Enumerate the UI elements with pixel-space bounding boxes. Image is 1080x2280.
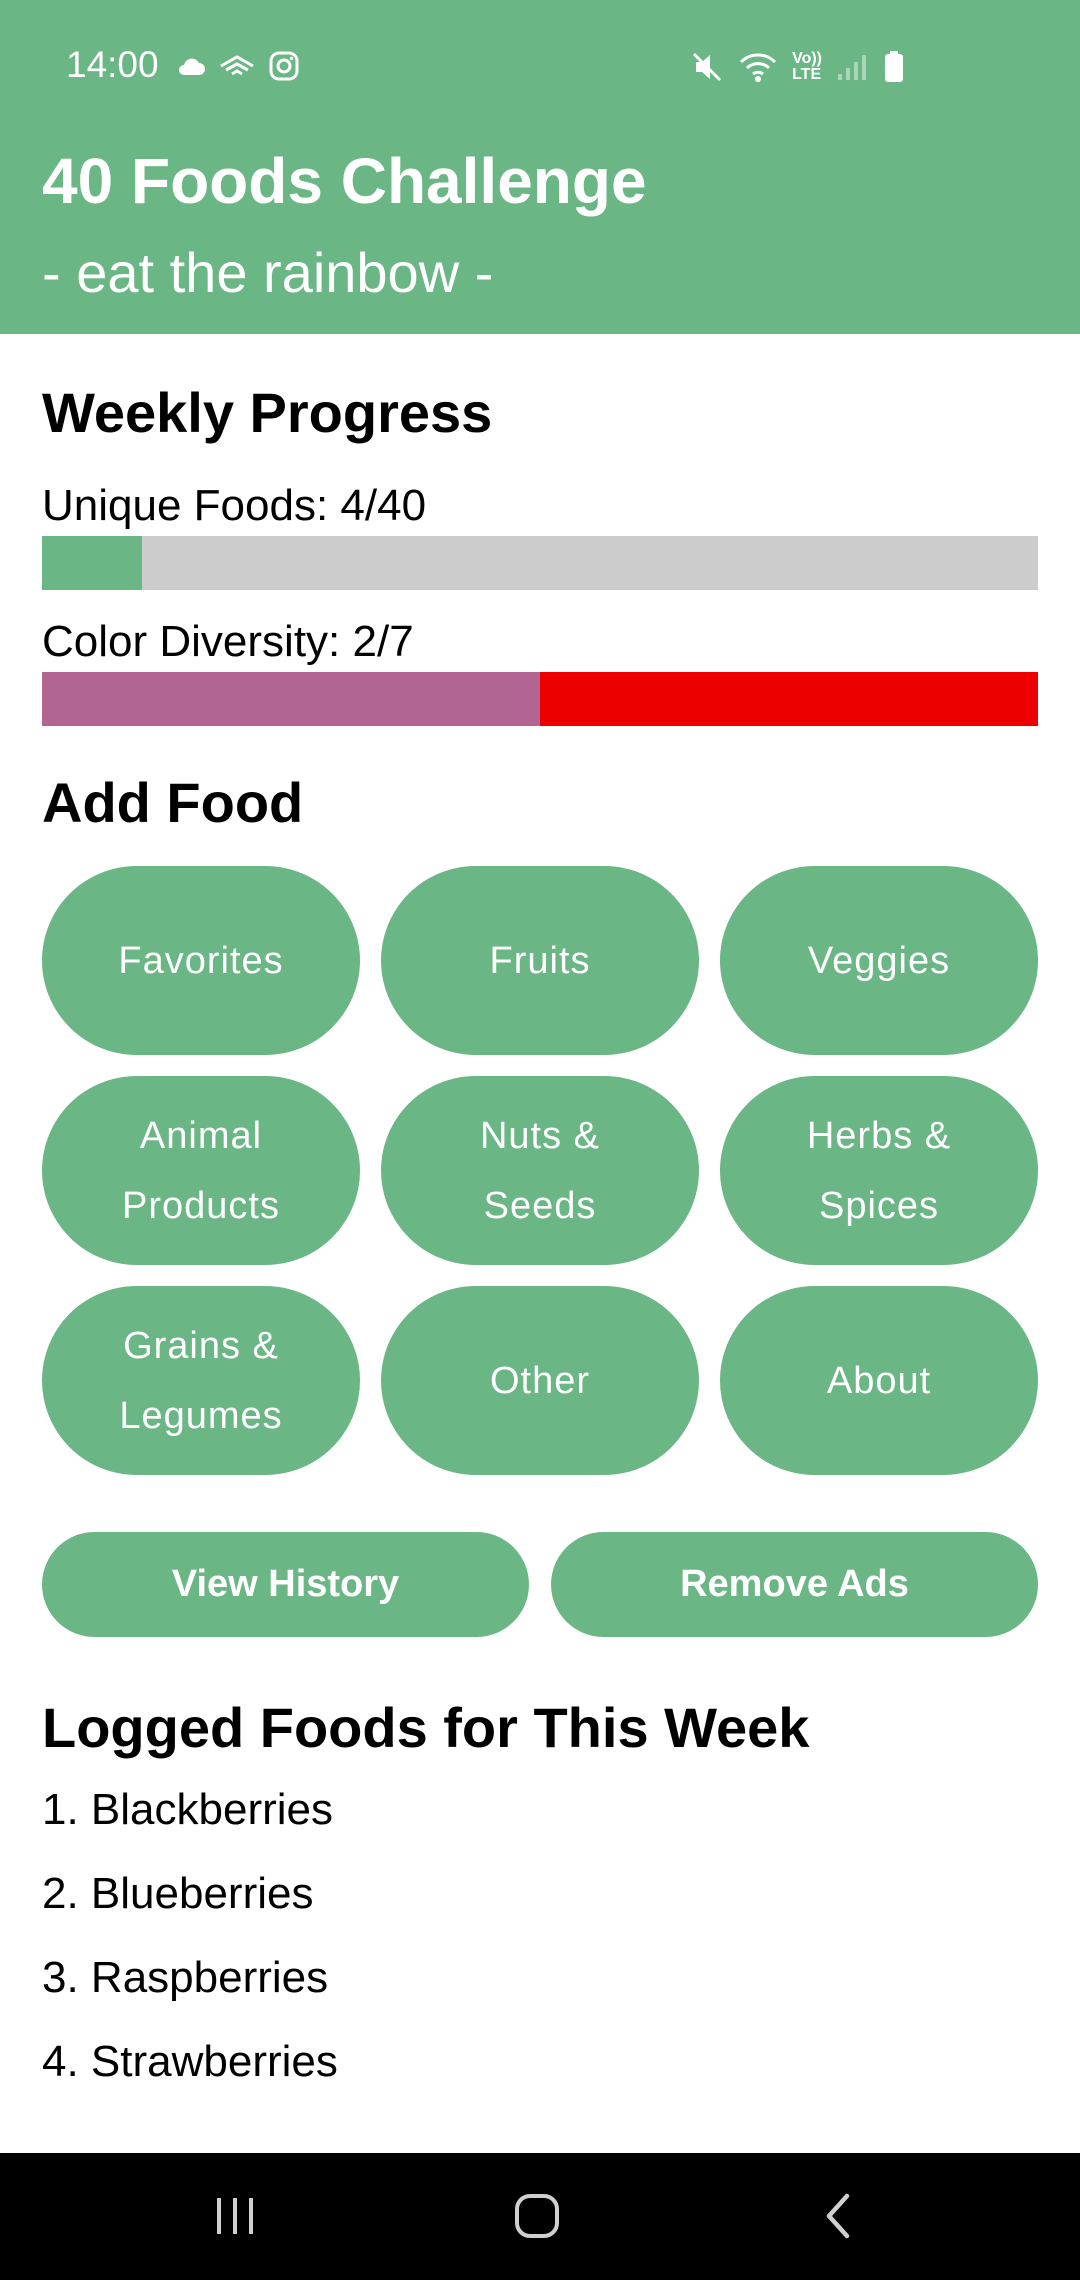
battery-icon xyxy=(884,51,904,83)
action-row: View History Remove Ads xyxy=(42,1532,1038,1637)
list-item: 2. Blueberries xyxy=(42,1869,314,1918)
list-item: 3. Raspberries xyxy=(42,1953,329,2002)
color-diversity-progress-fill xyxy=(42,672,540,726)
unique-foods-progress-bar xyxy=(42,536,1038,590)
weekly-progress-title: Weekly Progress xyxy=(42,381,493,444)
unique-foods-progress-fill xyxy=(42,536,142,590)
view-history-button[interactable]: View History xyxy=(42,1532,529,1637)
cast-icon xyxy=(218,53,256,79)
about-button[interactable]: About xyxy=(720,1286,1038,1475)
system-nav-bar xyxy=(0,2153,1080,2280)
logged-foods-title: Logged Foods for This Week xyxy=(42,1696,810,1759)
recent-apps-icon[interactable] xyxy=(175,2181,295,2251)
category-button-veggies[interactable]: Veggies xyxy=(720,866,1038,1055)
logged-foods-list: 1. Blackberries 2. Blueberries 3. Raspbe… xyxy=(42,1778,338,2114)
list-item: 1. Blackberries xyxy=(42,1785,334,1834)
signal-icon xyxy=(836,52,870,82)
home-icon[interactable] xyxy=(477,2181,597,2251)
unique-foods-label: Unique Foods: 4/40 xyxy=(42,481,427,530)
add-food-title: Add Food xyxy=(42,771,304,834)
mute-icon xyxy=(690,50,724,84)
status-left-icons xyxy=(176,50,300,82)
status-time: 14:00 xyxy=(66,44,159,85)
color-diversity-label: Color Diversity: 2/7 xyxy=(42,617,414,666)
app-title: 40 Foods Challenge xyxy=(42,145,647,217)
category-button-fruits[interactable]: Fruits xyxy=(381,866,699,1055)
status-bar: 14:00 Vo)) LTE xyxy=(0,0,1080,134)
status-right-icons: Vo)) LTE xyxy=(690,50,904,84)
category-button-other[interactable]: Other xyxy=(381,1286,699,1475)
category-button-animal-products[interactable]: Animal Products xyxy=(42,1076,360,1265)
color-diversity-progress-bar xyxy=(42,672,1038,726)
category-button-favorites[interactable]: Favorites xyxy=(42,866,360,1055)
category-button-grains-legumes[interactable]: Grains & Legumes xyxy=(42,1286,360,1475)
wifi-icon xyxy=(738,50,778,84)
volte-icon: Vo)) LTE xyxy=(792,50,822,83)
app-header: 14:00 Vo)) LTE 40 Foods Challenge - eat … xyxy=(0,0,1080,334)
instagram-icon xyxy=(268,50,300,82)
category-button-nuts-seeds[interactable]: Nuts & Seeds xyxy=(381,1076,699,1265)
cloud-icon xyxy=(176,55,206,77)
remove-ads-button[interactable]: Remove Ads xyxy=(551,1532,1038,1637)
list-item: 4. Strawberries xyxy=(42,2037,338,2086)
app-subtitle: - eat the rainbow - xyxy=(42,241,494,304)
back-icon[interactable] xyxy=(779,2181,899,2251)
category-button-herbs-spices[interactable]: Herbs & Spices xyxy=(720,1076,1038,1265)
food-category-grid: Favorites Fruits Veggies Animal Products… xyxy=(42,866,1038,1475)
